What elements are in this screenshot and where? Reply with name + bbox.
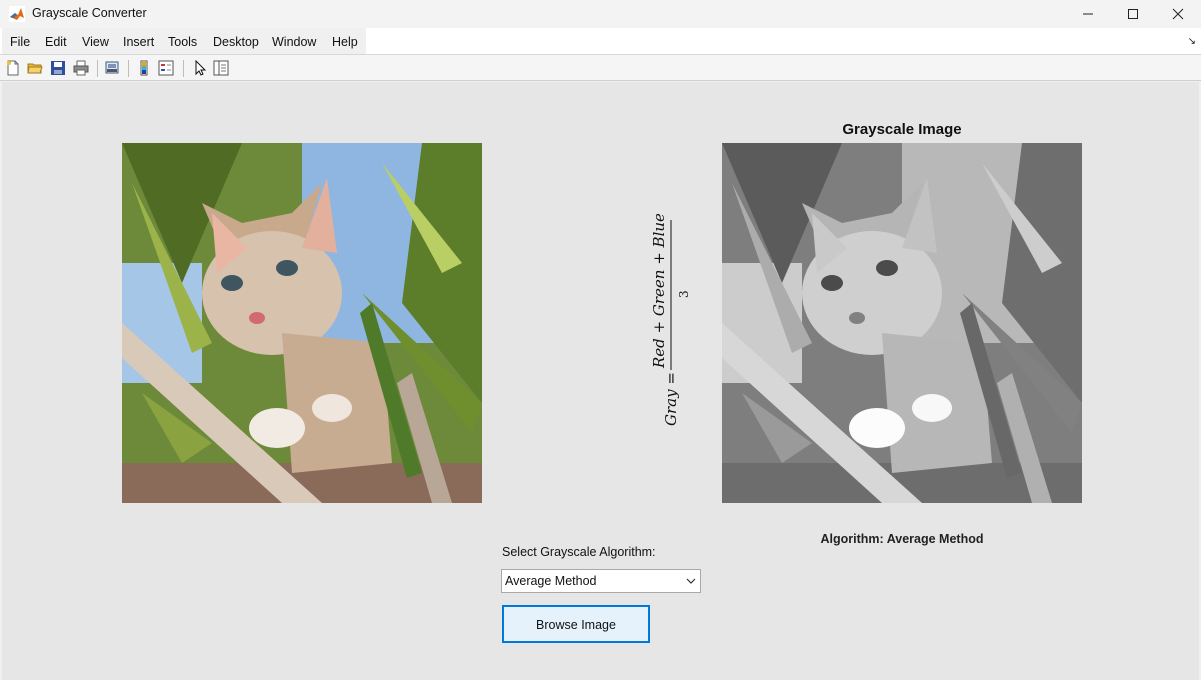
menu-help[interactable]: Help [332, 35, 358, 49]
close-button[interactable] [1155, 0, 1201, 28]
pointer-icon[interactable] [192, 60, 208, 76]
property-inspector-icon[interactable] [213, 60, 229, 76]
formula-denominator: 3 [677, 290, 691, 298]
menu-edit[interactable]: Edit [45, 35, 67, 49]
dock-arrow-icon[interactable]: ↘ [1188, 36, 1196, 47]
toolbar-separator [97, 60, 98, 77]
menu-view[interactable]: View [82, 35, 109, 49]
legend-icon[interactable] [158, 60, 174, 76]
menu-desktop[interactable]: Desktop [213, 35, 259, 49]
close-icon [1172, 8, 1184, 20]
window-title: Grayscale Converter [32, 6, 147, 20]
maximize-button[interactable] [1110, 0, 1156, 28]
formula-lhs: Gray = [662, 372, 680, 426]
menu-group: File Edit View Insert Tools Desktop Wind… [2, 28, 366, 54]
grayscale-formula: Gray = Red + Green + Blue 3 [650, 214, 691, 426]
formula-numerator: Red + Green + Blue [650, 214, 668, 369]
open-file-icon[interactable] [27, 60, 43, 76]
print-icon[interactable] [73, 60, 89, 76]
original-image [122, 143, 482, 503]
save-icon[interactable] [50, 60, 66, 76]
colorbar-icon[interactable] [136, 60, 152, 76]
title-bar: Grayscale Converter [0, 0, 1201, 28]
minimize-button[interactable] [1065, 0, 1111, 28]
maximize-icon [1128, 9, 1138, 19]
chevron-down-icon [686, 578, 696, 584]
dropdown-value: Average Method [505, 574, 597, 588]
menu-file[interactable]: File [10, 35, 30, 49]
grayscale-image [722, 143, 1082, 503]
toolbar [0, 54, 1201, 81]
menu-tools[interactable]: Tools [168, 35, 197, 49]
menu-window[interactable]: Window [272, 35, 316, 49]
select-algorithm-label: Select Grayscale Algorithm: [502, 545, 656, 559]
print-preview-icon[interactable] [104, 60, 120, 76]
matlab-logo-icon [9, 6, 25, 22]
new-figure-icon[interactable] [5, 60, 21, 76]
algorithm-dropdown[interactable]: Average Method [501, 569, 701, 593]
algorithm-label: Algorithm: Average Method [820, 532, 984, 546]
minimize-icon [1083, 13, 1093, 15]
browse-image-button[interactable]: Browse Image [502, 605, 650, 643]
menu-insert[interactable]: Insert [123, 35, 154, 49]
toolbar-separator [128, 60, 129, 77]
axes-title: Grayscale Image [842, 121, 962, 138]
menu-bar: File Edit View Insert Tools Desktop Wind… [0, 28, 1201, 54]
browse-image-label: Browse Image [536, 618, 616, 632]
toolbar-separator [183, 60, 184, 77]
